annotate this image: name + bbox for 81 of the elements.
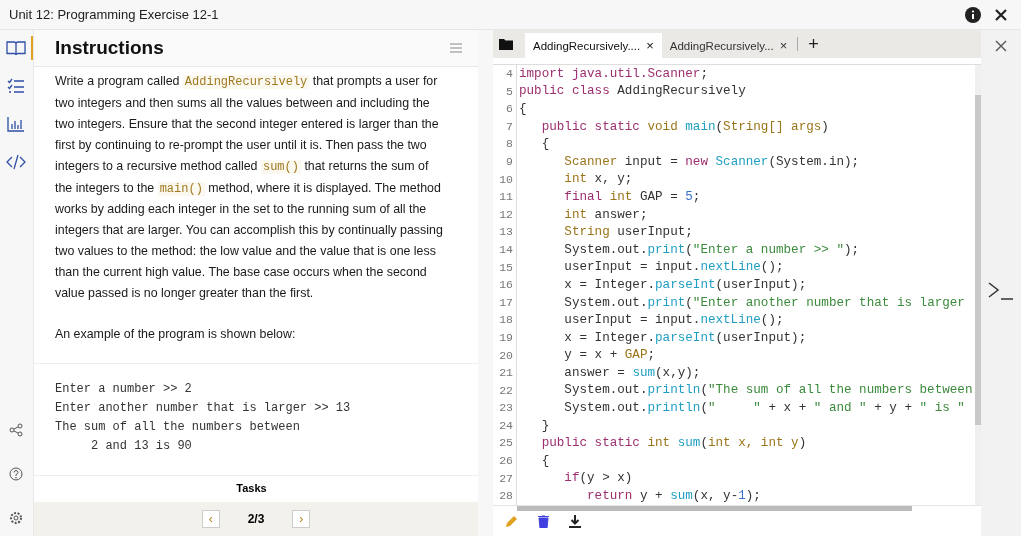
code-line: { <box>518 102 527 116</box>
line-number: 27 <box>493 469 517 488</box>
code-line: import java.util.Scanner; <box>518 66 708 81</box>
code-line: { <box>540 137 550 152</box>
line-number: 26 <box>493 452 517 470</box>
code-line: int x, y; <box>563 172 633 187</box>
line-number: 11 <box>493 188 517 206</box>
code-line: System.out.print("Enter another number that is larger <box>563 295 965 310</box>
code-line: } <box>540 418 550 433</box>
code-line: { <box>540 453 550 468</box>
vertical-scrollbar[interactable] <box>975 95 981 425</box>
code-icon[interactable] <box>5 154 26 170</box>
line-number: 28 <box>493 487 517 505</box>
line-number: 16 <box>493 276 517 294</box>
close-icon[interactable] <box>995 8 1007 21</box>
file-tab[interactable]: AddingRecursively... × <box>661 33 796 58</box>
folder-icon[interactable] <box>499 38 513 50</box>
line-number: 20 <box>493 346 517 365</box>
tasks-heading: Tasks <box>235 481 268 494</box>
horizontal-scrollbar[interactable] <box>517 505 912 511</box>
line-number: 22 <box>493 381 517 400</box>
instructions-paragraph: Write a program called AddingRecursively that prompts a user for two integers and then sums all the values between and including the two integers. Ensure that the second integer entered is larger than the first by continuing to re-prompt the user until it is. Then pass the two integers to a recursive method called sum() that returns the sum of the integers to the main() method, where it is displayed. The method works by adding each integer in the set to the running sum of all the integers that are larger. You can accomplish this by continually passing two values to the method: the low value and the value that is one less than the current high value. The base case occurs when the second value passed is no longer greater than the first. <box>55 73 444 303</box>
line-number: 8 <box>493 135 517 153</box>
line-number: 12 <box>493 205 517 224</box>
next-button[interactable]: › <box>292 510 311 528</box>
code-line: x = Integer.parseInt(userInput); <box>563 277 807 292</box>
trash-icon[interactable] <box>538 514 549 528</box>
instructions-title: Instructions <box>55 37 164 59</box>
code-line: Scanner input = new Scanner(System.in); <box>563 154 860 169</box>
previous-button[interactable]: ‹ <box>201 510 220 528</box>
line-number: 10 <box>493 170 517 189</box>
line-number: 18 <box>493 311 517 329</box>
example-output-line: The sum of all the numbers between <box>55 419 301 437</box>
code-line: final int GAP = 5; <box>563 189 701 204</box>
code-line: answer = sum(x,y); <box>563 365 701 380</box>
info-icon[interactable] <box>965 6 981 23</box>
book-icon[interactable] <box>5 40 26 56</box>
line-number: 24 <box>493 416 517 435</box>
code-line: y = x + GAP; <box>563 348 656 363</box>
example-output-line: Enter another number that is larger >> 13 <box>55 400 352 418</box>
code-line: public static int sum(int x, int y) <box>540 436 807 451</box>
example-output-line: Enter a number >> 2 <box>55 380 193 398</box>
line-number: 23 <box>493 399 517 417</box>
code-line: return y + sum(x, y-1); <box>586 489 761 504</box>
line-number: 5 <box>493 82 517 101</box>
code-line: public class AddingRecursively <box>518 84 746 99</box>
page-indicator: 2/3 <box>247 512 265 526</box>
example-output-line: 2 and 13 is 90 <box>90 438 193 456</box>
line-number: 25 <box>493 434 517 453</box>
settings-icon[interactable] <box>8 511 23 525</box>
code-line: System.out.println(" " + x + " and " + y + " is " <box>563 401 965 416</box>
checklist-icon[interactable] <box>6 78 25 94</box>
line-number: 13 <box>493 223 517 241</box>
line-number: 6 <box>493 100 517 118</box>
code-line: System.out.print("Enter a number >> "); <box>563 242 860 257</box>
code-line: String userInput; <box>563 225 693 240</box>
download-icon[interactable] <box>569 514 581 528</box>
code-line: userInput = input.nextLine(); <box>563 260 784 275</box>
line-number: 7 <box>493 117 517 136</box>
line-number: 4 <box>493 65 517 83</box>
bar-chart-icon[interactable] <box>6 116 25 132</box>
line-number: 21 <box>493 364 517 382</box>
code-line: x = Integer.parseInt(userInput); <box>563 330 807 345</box>
example-intro: An example of the program is shown below: <box>55 325 297 343</box>
terminal-icon[interactable] <box>988 282 1014 300</box>
line-number: 14 <box>493 240 517 259</box>
code-line: if(y > x) <box>563 471 633 486</box>
code-line: public static void main(String[] args) <box>540 119 829 134</box>
file-tab[interactable]: AddingRecursively.... × <box>525 33 662 58</box>
line-number: 9 <box>493 152 517 171</box>
code-line: System.out.println("The sum of all the numbers between <box>563 383 973 398</box>
line-number: 17 <box>493 293 517 312</box>
share-icon[interactable] <box>8 423 23 437</box>
line-number: 15 <box>493 258 517 277</box>
line-number: 19 <box>493 328 517 347</box>
code-line: int answer; <box>563 207 648 222</box>
add-tab-button[interactable]: + <box>804 33 823 55</box>
close-icon[interactable] <box>995 40 1007 52</box>
help-icon[interactable] <box>8 467 23 481</box>
window-title: Unit 12: Programming Exercise 12-1 <box>9 7 220 22</box>
code-line: userInput = input.nextLine(); <box>563 313 784 328</box>
